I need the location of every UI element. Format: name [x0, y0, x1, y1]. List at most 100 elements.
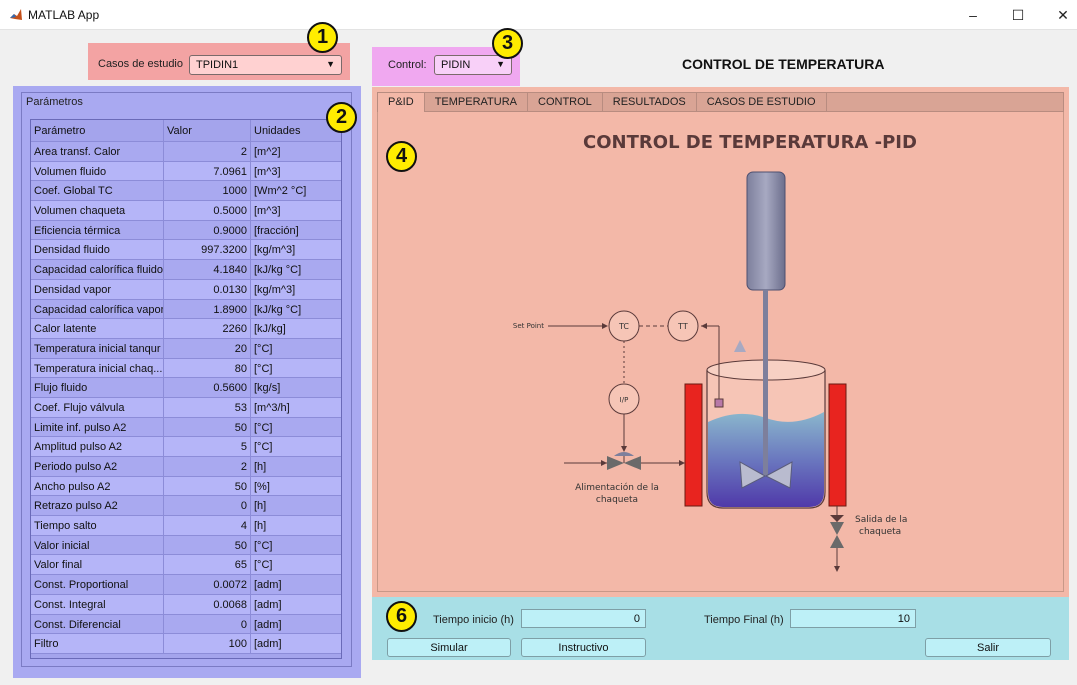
units-cell: [kg/s]: [254, 382, 281, 395]
table-row[interactable]: Temperatura inicial tanqur 20 [°C]: [31, 338, 341, 359]
table-row[interactable]: Const. Integral 0.0068 [adm]: [31, 594, 341, 615]
parameter-cell: Area transf. Calor: [31, 142, 164, 161]
arrow-icon: [602, 323, 608, 329]
table-row[interactable]: Calor latente 2260 [kJ/kg]: [31, 319, 341, 339]
table-row[interactable]: Eficiencia térmica 0.9000 [fracción]: [31, 220, 341, 241]
table-row[interactable]: Area transf. Calor 2 [m^2]: [31, 142, 341, 162]
table-row[interactable]: Temperatura inicial chaq... 80 [°C]: [31, 358, 341, 379]
parameter-cell: Valor final: [31, 555, 164, 575]
end-time-input[interactable]: 10: [790, 609, 916, 628]
units-cell: [h]: [254, 461, 267, 473]
value-cell[interactable]: 0: [164, 614, 251, 634]
start-time-label: Tiempo inicio (h): [433, 614, 514, 626]
units-cell: [adm]: [254, 638, 282, 651]
tab-pid[interactable]: P&ID: [378, 93, 425, 112]
value-cell[interactable]: 4.1840: [164, 260, 251, 279]
parameter-cell: Eficiencia térmica: [31, 220, 164, 240]
value-cell[interactable]: 0.0072: [164, 575, 251, 594]
value-cell[interactable]: 2: [164, 142, 251, 161]
table-row[interactable]: Volumen fluido 7.0961 [m^3]: [31, 161, 341, 182]
table-row[interactable]: Densidad fluido 997.3200 [kg/m^3]: [31, 240, 341, 261]
arrow-icon: [601, 460, 607, 466]
tab-temperatura[interactable]: TEMPERATURA: [425, 93, 528, 112]
parameter-cell: Const. Diferencial: [31, 614, 164, 634]
parameter-cell: Filtro: [31, 634, 164, 653]
value-cell[interactable]: 100: [164, 634, 251, 653]
table-row[interactable]: Const. Proportional 0.0072 [adm]: [31, 575, 341, 595]
units-cell: [h]: [254, 500, 267, 513]
end-time-label: Tiempo Final (h): [704, 614, 784, 626]
control-value: PIDIN: [441, 59, 471, 71]
parameter-cell: Coef. Flujo válvula: [31, 397, 164, 417]
tab-resultados[interactable]: RESULTADOS: [603, 93, 697, 112]
table-row[interactable]: Limite inf. pulso A2 50 [°C]: [31, 417, 341, 438]
column-header-parameter[interactable]: Parámetro: [31, 120, 164, 141]
maximize-button[interactable]: ☐: [995, 0, 1041, 30]
table-row[interactable]: Amplitud pulso A2 5 [°C]: [31, 437, 341, 457]
value-cell[interactable]: 4: [164, 516, 251, 535]
parameter-cell: Volumen fluido: [31, 161, 164, 181]
control-dropdown[interactable]: PIDIN ▼: [434, 55, 512, 75]
table-row[interactable]: Valor inicial 50 [°C]: [31, 535, 341, 556]
value-cell[interactable]: 80: [164, 358, 251, 378]
start-time-input[interactable]: 0: [521, 609, 646, 628]
value-cell[interactable]: 53: [164, 397, 251, 417]
instructions-button[interactable]: Instructivo: [521, 638, 646, 657]
units-cell: [Wm^2 °C]: [254, 185, 307, 198]
tab-casos-de-estudio[interactable]: CASOS DE ESTUDIO: [697, 93, 827, 112]
outlet-valve-icon: [830, 522, 844, 548]
value-cell[interactable]: 50: [164, 417, 251, 437]
simulate-button[interactable]: Simular: [387, 638, 511, 657]
units-cell: [kJ/kg °C]: [254, 303, 302, 316]
table-row[interactable]: Densidad vapor 0.0130 [kg/m^3]: [31, 279, 341, 300]
table-row[interactable]: Tiempo salto 4 [h]: [31, 516, 341, 536]
table-row[interactable]: Flujo fluido 0.5600 [kg/s]: [31, 378, 341, 398]
value-cell[interactable]: 0.5600: [164, 378, 251, 397]
table-row[interactable]: Retrazo pulso A2 0 [h]: [31, 496, 341, 517]
units-cell: [°C]: [254, 559, 273, 572]
case-study-dropdown[interactable]: TPIDIN1 ▼: [189, 55, 342, 75]
exit-button[interactable]: Salir: [925, 638, 1051, 657]
feed-label-line2: chaqueta: [596, 495, 638, 505]
value-cell[interactable]: 20: [164, 338, 251, 358]
close-button[interactable]: ✕: [1040, 0, 1077, 30]
value-cell[interactable]: 2260: [164, 319, 251, 338]
table-row[interactable]: Const. Diferencial 0 [adm]: [31, 614, 341, 635]
value-cell[interactable]: 0: [164, 496, 251, 516]
value-cell[interactable]: 0.0068: [164, 594, 251, 614]
value-cell[interactable]: 50: [164, 476, 251, 496]
parameter-cell: Coef. Global TC: [31, 181, 164, 201]
value-cell[interactable]: 7.0961: [164, 161, 251, 181]
table-row[interactable]: Volumen chaqueta 0.5000 [m^3]: [31, 201, 341, 221]
table-row[interactable]: Ancho pulso A2 50 [%]: [31, 476, 341, 497]
value-cell[interactable]: 0.9000: [164, 220, 251, 240]
value-cell[interactable]: 65: [164, 555, 251, 575]
value-cell[interactable]: 997.3200: [164, 240, 251, 260]
value-cell[interactable]: 0.0130: [164, 279, 251, 299]
minimize-button[interactable]: –: [950, 0, 996, 30]
arrow-icon: [679, 460, 685, 466]
value-cell[interactable]: 50: [164, 535, 251, 555]
table-row[interactable]: Periodo pulso A2 2 [h]: [31, 457, 341, 477]
parameters-table[interactable]: Parámetro Valor Unidades Area transf. Ca…: [30, 119, 342, 659]
dropdown-arrow-icon: ▼: [496, 59, 505, 69]
table-row[interactable]: Filtro 100 [adm]: [31, 634, 341, 654]
temperature-sensor: [714, 398, 724, 408]
agitator-shaft: [763, 290, 768, 476]
table-row[interactable]: Capacidad calorífica vapor 1.8900 [kJ/kg °…: [31, 299, 341, 320]
annotation-badge-1: 1: [307, 22, 338, 53]
value-cell[interactable]: 1000: [164, 181, 251, 201]
tab-bar: P&ID TEMPERATURA CONTROL RESULTADOS CASO…: [377, 92, 1064, 112]
case-study-value: TPIDIN1: [196, 59, 239, 71]
units-cell: [m^3]: [254, 205, 281, 218]
table-row[interactable]: Coef. Global TC 1000 [Wm^2 °C]: [31, 181, 341, 202]
table-row[interactable]: Coef. Flujo válvula 53 [m^3/h]: [31, 397, 341, 418]
value-cell[interactable]: 0.5000: [164, 201, 251, 220]
value-cell[interactable]: 2: [164, 457, 251, 476]
table-row[interactable]: Capacidad calorífica fluido 4.1840 [kJ/kg …: [31, 260, 341, 280]
column-header-value[interactable]: Valor: [164, 120, 251, 141]
value-cell[interactable]: 1.8900: [164, 299, 251, 319]
value-cell[interactable]: 5: [164, 437, 251, 456]
tab-control[interactable]: CONTROL: [528, 93, 603, 112]
table-row[interactable]: Valor final 65 [°C]: [31, 555, 341, 576]
